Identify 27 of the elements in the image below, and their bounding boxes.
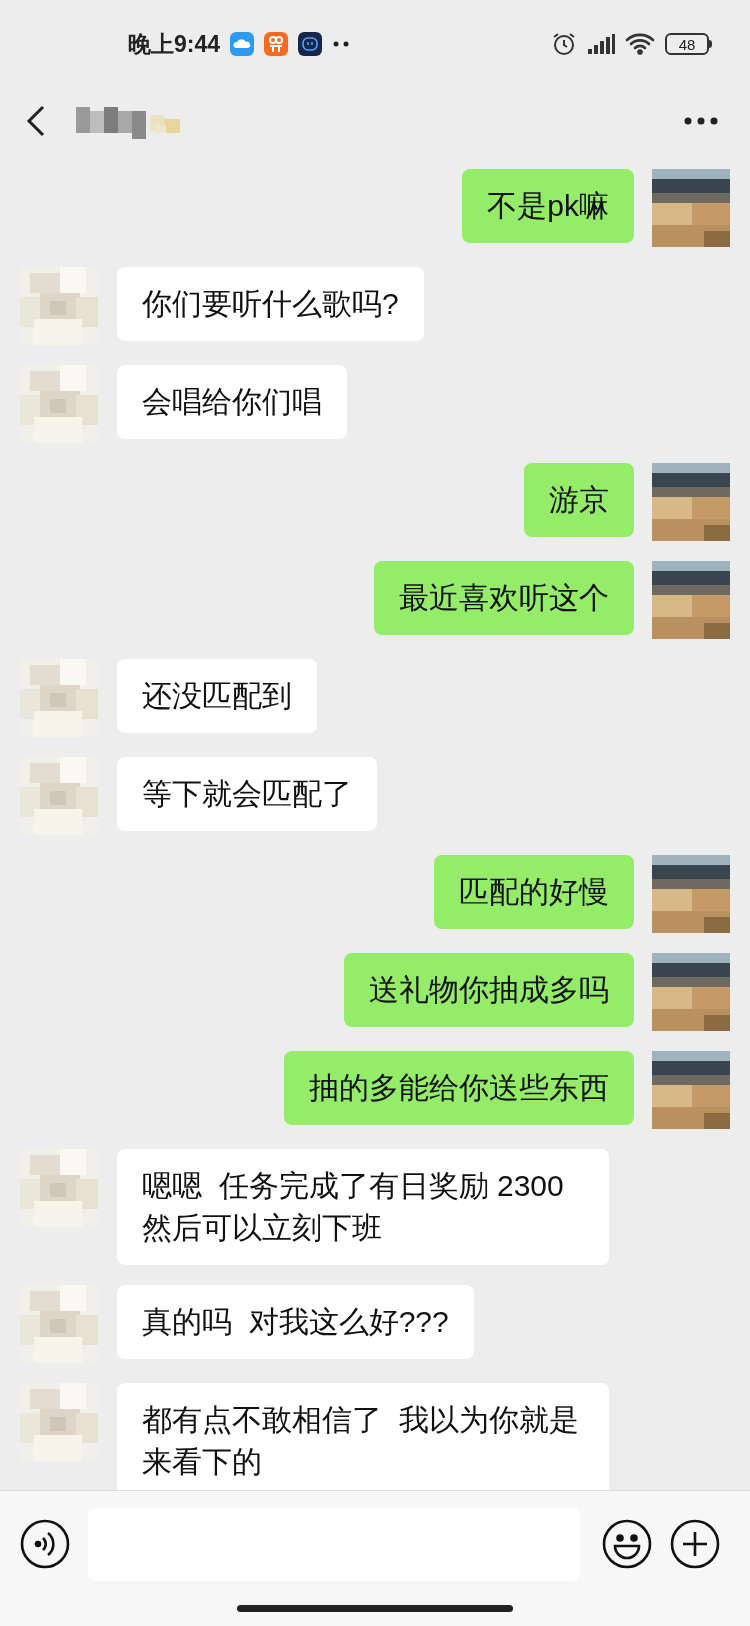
battery-icon: 48: [665, 33, 712, 55]
message-bubble: 匹配的好慢: [434, 855, 634, 929]
message-bubble: 等下就会匹配了: [117, 757, 377, 831]
back-icon[interactable]: [26, 105, 46, 137]
alarm-icon: [551, 31, 577, 57]
app-icon: [264, 32, 289, 56]
more-icon[interactable]: [684, 117, 718, 125]
cloud-app-icon: [230, 32, 255, 56]
message-bubble: 送礼物你抽成多吗: [344, 953, 634, 1027]
status-time: 晚上9:44: [128, 29, 221, 59]
message-bubble: 你们要听什么歌吗?: [117, 267, 424, 341]
message-bubble: 不是pk嘛: [462, 169, 634, 243]
message-bubble: 真的吗 对我这么好???: [117, 1285, 474, 1359]
voice-icon[interactable]: [20, 1519, 70, 1569]
message-bubble: 嗯嗯 任务完成了有日奖励 2300 然后可以立刻下班: [117, 1149, 609, 1265]
message-bubble: 都有点不敢相信了 我以为你就是来看下的: [117, 1383, 609, 1490]
message-bubble: 还没匹配到: [117, 659, 317, 733]
emoji-icon[interactable]: [602, 1519, 652, 1569]
message-bubble: 抽的多能给你送些东西: [284, 1051, 634, 1125]
message-bubble: 游京: [524, 463, 634, 537]
robot-app-icon: [298, 32, 323, 56]
signal-icon: [587, 33, 615, 55]
more-notifications-icon: [332, 41, 351, 47]
message-bubble: 最近喜欢听这个: [374, 561, 634, 635]
wifi-icon: [625, 32, 655, 56]
add-icon[interactable]: [670, 1519, 720, 1569]
message-bubble: 会唱给你们唱: [117, 365, 347, 439]
